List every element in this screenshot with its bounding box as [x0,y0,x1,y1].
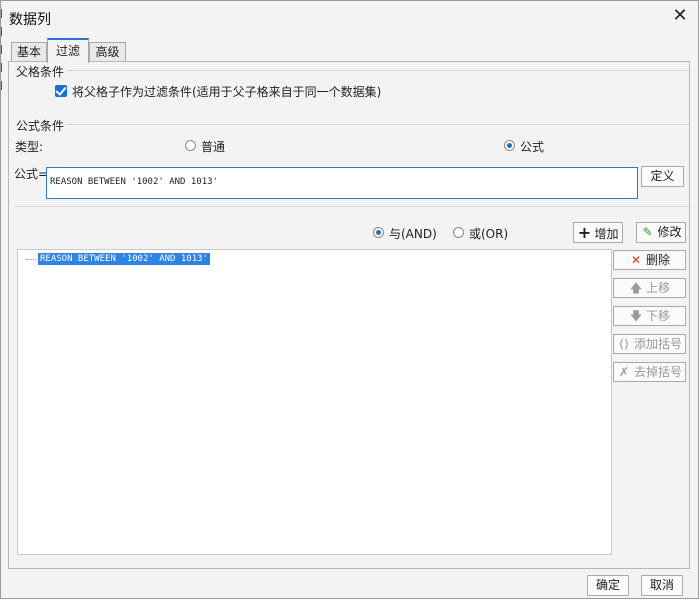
parent-cell-legend: 父格条件 [16,63,67,80]
move-down-label: 下移 [645,309,670,323]
formula-condition-legend: 公式条件 [16,117,67,134]
type-normal-label: 普通 [201,140,226,154]
formula-input[interactable]: REASON BETWEEN '1002' AND 1013' [46,167,638,199]
arrow-down-icon: 🡇 [629,309,643,323]
edit-icon: ✎ [642,225,653,239]
add-bracket-button[interactable]: () 添加括号 [613,334,686,354]
formula-value: REASON BETWEEN '1002' AND 1013' [50,177,218,187]
delete-x-icon: ✕ [630,253,642,267]
and-radio[interactable] [373,227,384,238]
tree-connector [26,259,36,260]
condition-list[interactable]: REASON BETWEEN '1002' AND 1013' [17,249,612,555]
tab-filter[interactable]: 过滤 [47,38,89,63]
add-bracket-label: 添加括号 [633,337,682,351]
group-divider [15,124,689,125]
close-icon[interactable]: ✕ [669,5,691,27]
parent-filter-label: 将父格子作为过滤条件(适用于父子格来自于同一个数据集) [72,85,382,99]
move-down-button[interactable]: 🡇 下移 [613,306,686,326]
tab-advanced[interactable]: 高级 [89,42,126,62]
move-up-label: 上移 [645,281,670,295]
remove-bracket-label: 去掉括号 [633,365,682,379]
type-formula-label: 公式 [520,140,545,154]
add-condition-label: 增加 [594,227,619,241]
group-divider [15,206,689,207]
data-column-dialog: 数据列 ✕ 基本 过滤 高级 父格条件 将父格子作为过滤条件(适用于父子格来自于… [0,0,699,599]
modify-condition-label: 修改 [657,225,682,239]
or-radio[interactable] [453,227,464,238]
remove-bracket-icon: ✗ [618,365,630,379]
and-label: 与(AND) [389,227,437,241]
remove-bracket-button[interactable]: ✗ 去掉括号 [613,362,686,382]
delete-button[interactable]: ✕ 删除 [613,250,686,270]
define-button[interactable]: 定义 [641,166,684,187]
type-formula-radio[interactable] [504,140,515,151]
ok-button[interactable]: 确定 [587,575,629,596]
title-bar: 数据列 ✕ [1,1,698,33]
tab-basic[interactable]: 基本 [11,42,47,62]
bracket-icon: () [619,337,629,351]
type-label: 类型: [15,140,44,154]
modify-condition-button[interactable]: ✎ 修改 [636,222,686,243]
add-condition-button[interactable]: + 增加 [573,222,623,243]
cancel-button[interactable]: 取消 [641,575,683,596]
formula-label: 公式= [14,167,49,181]
list-item[interactable]: REASON BETWEEN '1002' AND 1013' [38,253,210,265]
plus-icon: + [577,223,592,242]
delete-label: 删除 [645,253,670,267]
or-label: 或(OR) [469,227,509,241]
group-divider [15,70,689,71]
type-normal-radio[interactable] [185,140,196,151]
dialog-title: 数据列 [9,12,51,28]
parent-filter-checkbox[interactable] [55,85,67,97]
arrow-up-icon: 🡅 [629,281,643,295]
move-up-button[interactable]: 🡅 上移 [613,278,686,298]
